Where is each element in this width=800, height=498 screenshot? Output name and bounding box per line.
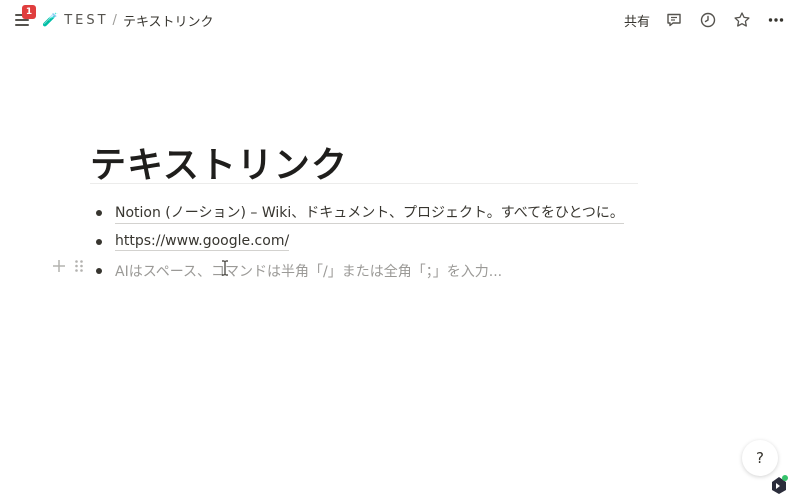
bullet-list: Notion (ノーション) – Wiki、ドキュメント、プロジェクト。すべてを… bbox=[96, 198, 656, 285]
bullet-icon bbox=[96, 267, 102, 274]
link-notion[interactable]: Notion (ノーション) – Wiki、ドキュメント、プロジェクト。すべてを… bbox=[115, 202, 624, 224]
topbar-actions: 共有 bbox=[624, 0, 786, 40]
bullet-icon bbox=[96, 209, 102, 216]
link-google[interactable]: https://www.google.com/ bbox=[115, 233, 290, 251]
breadcrumb-separator: / bbox=[112, 12, 117, 28]
help-button[interactable]: ? bbox=[742, 440, 778, 476]
star-icon[interactable] bbox=[732, 10, 752, 30]
share-button[interactable]: 共有 bbox=[624, 11, 650, 30]
breadcrumb-workspace[interactable]: TEST bbox=[64, 13, 108, 28]
bullet-icon bbox=[96, 238, 102, 245]
history-icon[interactable] bbox=[698, 10, 718, 30]
notification-badge: 1 bbox=[22, 5, 36, 19]
add-block-icon[interactable] bbox=[52, 259, 66, 276]
text-cursor-icon bbox=[221, 260, 229, 276]
app-logo-icon bbox=[768, 474, 790, 496]
sidebar-menu-button[interactable]: 1 bbox=[12, 5, 36, 31]
title-divider bbox=[90, 183, 638, 184]
breadcrumb-page[interactable]: テキストリンク bbox=[123, 11, 214, 30]
list-item[interactable]: https://www.google.com/ bbox=[96, 227, 656, 256]
block-handles bbox=[52, 259, 84, 276]
comment-icon[interactable] bbox=[664, 10, 684, 30]
list-item-empty[interactable]: AIはスペース、コマンドは半角「/」または全角「；」を入力... bbox=[96, 256, 656, 285]
list-item[interactable]: Notion (ノーション) – Wiki、ドキュメント、プロジェクト。すべてを… bbox=[96, 198, 656, 227]
block-placeholder[interactable]: AIはスペース、コマンドは半角「/」または全角「；」を入力... bbox=[115, 261, 502, 281]
page-title[interactable]: テキストリンク bbox=[90, 136, 348, 188]
drag-handle-icon[interactable] bbox=[74, 259, 84, 276]
breadcrumb: 🧪 TEST / テキストリンク bbox=[42, 11, 214, 30]
test-tube-icon: 🧪 bbox=[42, 12, 59, 28]
more-icon[interactable] bbox=[766, 10, 786, 30]
